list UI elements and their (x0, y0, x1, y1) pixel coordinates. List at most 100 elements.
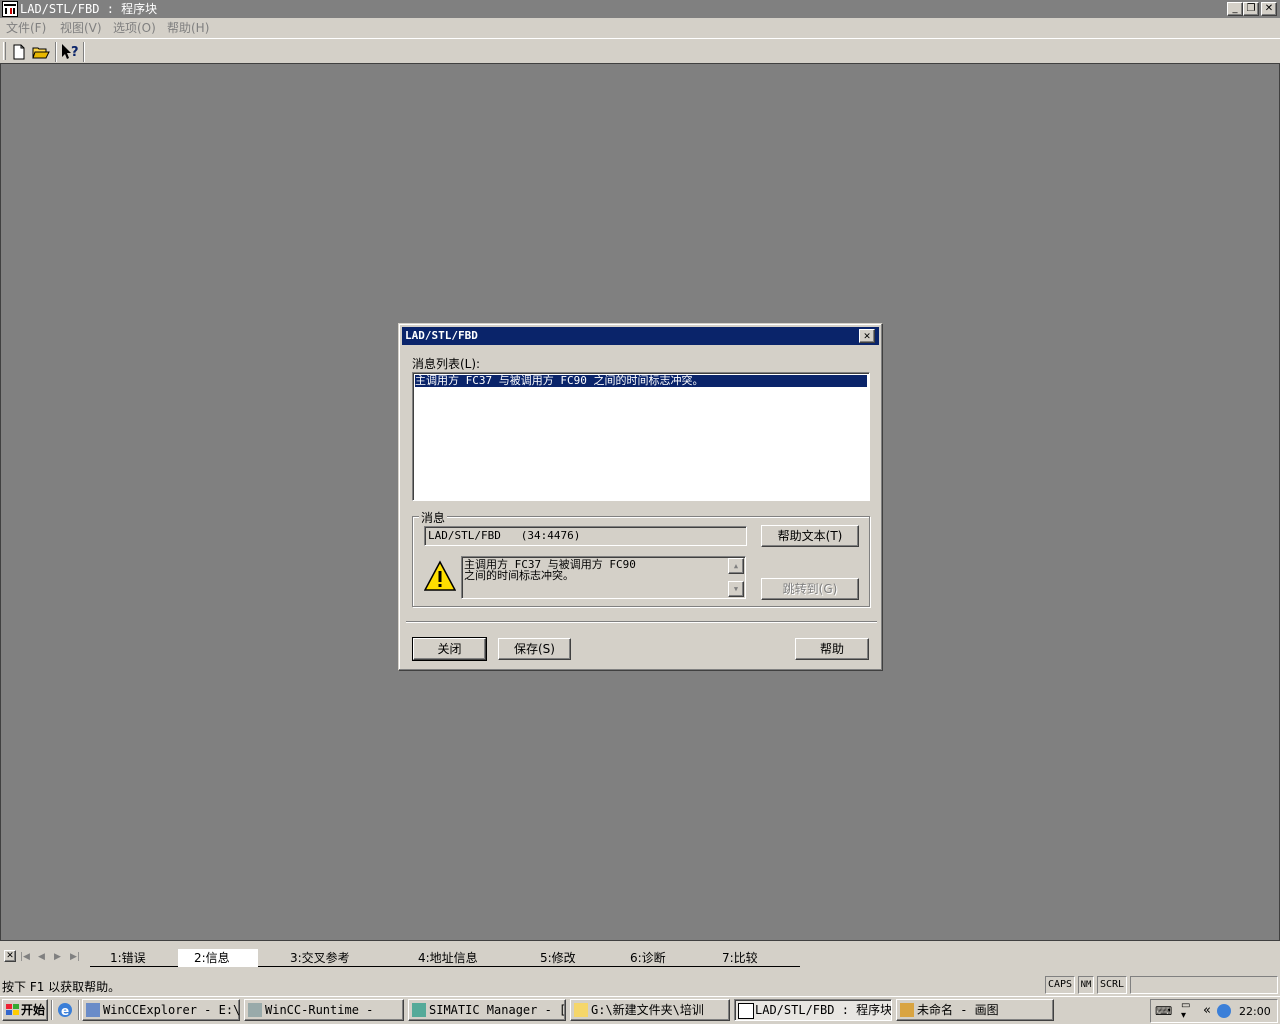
menu-file[interactable]: 文件(F) (6, 20, 46, 36)
task-wincc-explorer[interactable]: WinCCExplorer - E:\... (82, 999, 240, 1021)
close-icon: ✕ (863, 329, 871, 342)
tab-cross-reference[interactable]: 3:交叉参考 (290, 949, 350, 967)
wincc-runtime-icon (248, 1003, 262, 1017)
goto-button[interactable]: 跳转到(G) (761, 578, 859, 600)
taskbar-separator (78, 1000, 80, 1020)
save-button[interactable]: 保存(S) (498, 638, 571, 660)
open-button[interactable] (30, 41, 52, 63)
toolbar-separator (83, 42, 85, 62)
start-label: 开始 (21, 1003, 46, 1017)
help-text-button[interactable]: 帮助文本(T) (761, 525, 859, 547)
menu-bar: 文件(F) 视图(V) 选项(O) 帮助(H) (0, 18, 1280, 38)
scroll-down-button[interactable]: ▼ (728, 581, 744, 597)
toolbar: ? (0, 38, 1280, 64)
message-list[interactable]: 主调用方 FC37 与被调用方 FC90 之间的时间标志冲突。 (412, 372, 870, 501)
new-button[interactable] (8, 41, 30, 63)
restore-icon: ❐ (1246, 3, 1256, 14)
task-label: SIMATIC Manager - [... (429, 1003, 566, 1017)
message-dialog: LAD/STL/FBD ✕ 消息列表(L): 主调用方 FC37 与被调用方 F… (398, 323, 883, 671)
app-icon[interactable] (2, 1, 18, 17)
windows-logo-icon (6, 1004, 19, 1015)
svg-text:e: e (61, 1004, 69, 1018)
tab-address-info[interactable]: 4:地址信息 (418, 949, 478, 967)
menu-help[interactable]: 帮助(H) (167, 20, 209, 36)
tab-compare[interactable]: 7:比较 (722, 949, 758, 967)
tab-modify[interactable]: 5:修改 (540, 949, 576, 967)
help-button[interactable]: 帮助 (795, 638, 869, 660)
task-folder[interactable]: G:\新建文件夹\培训 (570, 999, 730, 1021)
task-paint[interactable]: 未命名 - 画图 (896, 999, 1054, 1021)
paint-icon (900, 1003, 914, 1017)
scroll-up-icon: ▲ (733, 562, 739, 570)
system-tray: ⌨ ▭ ▾ « 22:00 (1150, 999, 1278, 1023)
toolbar-grip[interactable] (3, 42, 6, 60)
output-tab-strip: ✕ |◀ ◀ ▶ ▶| 1:错误 2:信息 3:交叉参考 4:地址信息 5:修改… (0, 949, 1280, 969)
task-label: WinCCExplorer - E:\... (103, 1003, 240, 1017)
network-icon[interactable]: ▭ ▾ (1181, 1001, 1190, 1021)
close-icon: ✕ (1264, 3, 1274, 14)
detail-line: 之间的时间标志冲突。 (464, 569, 574, 582)
taskbar-separator (51, 1000, 53, 1020)
whats-this-help-button[interactable]: ? (59, 41, 81, 63)
window-title: LAD/STL/FBD : 程序块 (20, 2, 158, 16)
menu-view[interactable]: 视图(V) (60, 20, 102, 36)
tray-expand-icon[interactable]: « (1203, 1003, 1211, 1018)
start-button[interactable]: 开始 (2, 999, 48, 1021)
prev-tab-icon[interactable]: ◀ (38, 952, 45, 962)
keyboard-icon[interactable]: ⌨ (1155, 1004, 1172, 1018)
task-label: LAD/STL/FBD : 程序块 (755, 1003, 892, 1017)
task-lad-stl-fbd[interactable]: LAD/STL/FBD : 程序块 (734, 999, 892, 1021)
dialog-title: LAD/STL/FBD (405, 329, 478, 342)
main-title-bar[interactable]: LAD/STL/FBD : 程序块 _ ❐ ✕ (0, 0, 1280, 18)
toolbar-separator (55, 42, 57, 62)
tab-errors[interactable]: 1:错误 (110, 949, 146, 967)
close-button[interactable]: 关闭 (412, 637, 487, 661)
tab-diagnostics[interactable]: 6:诊断 (630, 949, 666, 967)
last-tab-icon[interactable]: ▶| (70, 952, 80, 962)
task-simatic-manager[interactable]: SIMATIC Manager - [... (408, 999, 566, 1021)
task-label: WinCC-Runtime - (265, 1003, 374, 1017)
restore-button[interactable]: ❐ (1243, 2, 1259, 16)
lad-editor-icon (738, 1003, 754, 1019)
scroll-up-button[interactable]: ▲ (728, 558, 744, 574)
open-folder-icon (32, 47, 50, 59)
warning-icon (423, 560, 457, 592)
caps-indicator: CAPS (1045, 976, 1075, 994)
scroll-lock-indicator: SCRL (1097, 976, 1127, 994)
svg-text:?: ? (71, 45, 79, 60)
status-text: 按下 F1 以获取帮助。 (2, 980, 121, 994)
group-label: 消息 (419, 509, 448, 526)
status-bar: 按下 F1 以获取帮助。 CAPS NM SCRL (0, 975, 1280, 995)
close-icon: ✕ (6, 951, 14, 961)
clock[interactable]: 22:00 (1239, 1005, 1271, 1018)
tab-row: 1:错误 2:信息 3:交叉参考 4:地址信息 5:修改 6:诊断 7:比较 (90, 949, 800, 967)
next-tab-icon[interactable]: ▶ (54, 952, 61, 962)
num-indicator: NM (1078, 976, 1094, 994)
minimize-icon: _ (1232, 3, 1238, 14)
message-list-label: 消息列表(L): (412, 357, 481, 371)
close-window-button[interactable]: ✕ (1261, 2, 1277, 16)
wincc-explorer-icon (86, 1003, 100, 1017)
status-pane (1130, 976, 1278, 994)
simatic-manager-icon (412, 1003, 426, 1017)
menu-options[interactable]: 选项(O) (113, 20, 156, 36)
whats-this-help-icon: ? (62, 44, 79, 60)
folder-icon (574, 1003, 588, 1017)
minimize-button[interactable]: _ (1227, 2, 1243, 16)
tab-scroll-buttons: |◀ ◀ ▶ ▶| (20, 950, 90, 966)
message-detail-text[interactable]: 主调用方 FC37 与被调用方 FC90 之间的时间标志冲突。 ▲ ▼ (461, 556, 746, 599)
globe-icon[interactable] (1217, 1004, 1231, 1018)
tab-info[interactable]: 2:信息 (178, 949, 258, 967)
dialog-close-button[interactable]: ✕ (859, 329, 875, 343)
list-item[interactable]: 主调用方 FC37 与被调用方 FC90 之间的时间标志冲突。 (414, 374, 868, 388)
first-tab-icon[interactable]: |◀ (20, 952, 30, 962)
dialog-title-bar[interactable]: LAD/STL/FBD ✕ (402, 327, 879, 345)
task-label: G:\新建文件夹\培训 (591, 1003, 704, 1017)
dialog-separator (406, 621, 877, 623)
close-output-button[interactable]: ✕ (4, 950, 16, 962)
new-document-icon (13, 44, 25, 60)
task-wincc-runtime[interactable]: WinCC-Runtime - (244, 999, 404, 1021)
message-source-field[interactable]: LAD/STL/FBD (34:4476) (424, 526, 747, 546)
taskbar: 开始 e WinCCExplorer - E:\... WinCC-Runtim… (0, 996, 1280, 1024)
ie-quicklaunch-icon[interactable]: e (56, 1001, 74, 1019)
